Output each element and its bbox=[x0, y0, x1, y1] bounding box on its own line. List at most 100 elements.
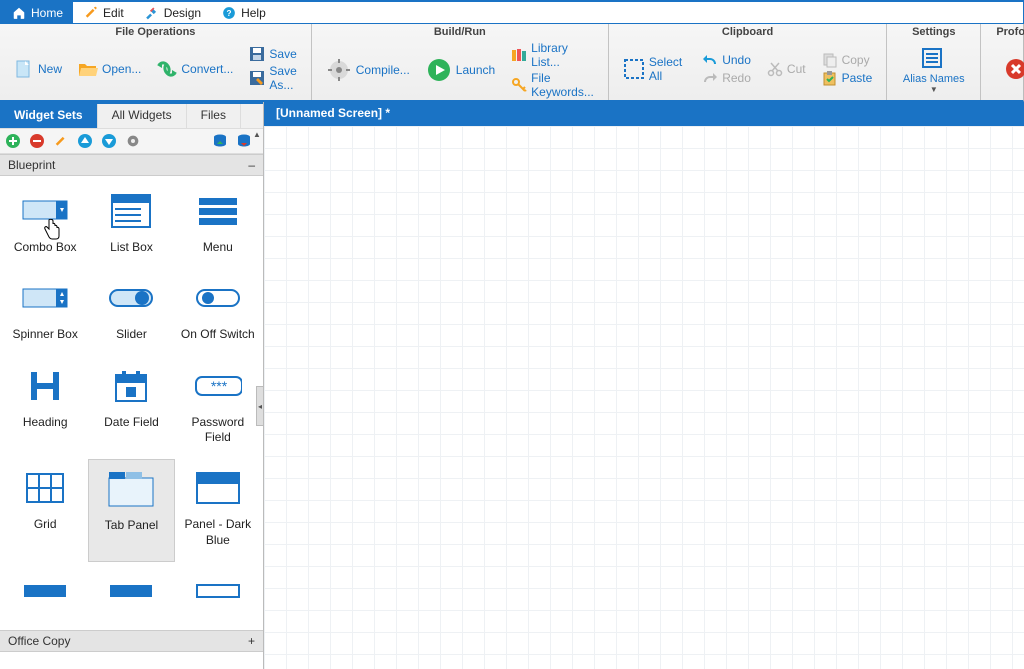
ribbon-group-settings: Settings Alias Names ▼ bbox=[887, 24, 981, 100]
gear-icon bbox=[326, 57, 352, 83]
ribbon: File Operations New Open... Convert... S… bbox=[0, 24, 1024, 102]
play-icon bbox=[426, 57, 452, 83]
widget-partial-1[interactable] bbox=[2, 562, 88, 624]
panel-icon-a bbox=[21, 572, 69, 610]
up-arrow-icon[interactable] bbox=[76, 132, 94, 150]
add-icon[interactable] bbox=[4, 132, 22, 150]
ribbon-title-clipboard: Clipboard bbox=[615, 24, 880, 40]
db-import-icon[interactable] bbox=[211, 132, 229, 150]
widget-list-box[interactable]: List Box bbox=[88, 182, 174, 269]
canvas-tabs: [Unnamed Screen] * bbox=[264, 102, 1024, 124]
widget-palette: Combo Box List Box Menu Spinner Box Slid… bbox=[0, 176, 263, 630]
widget-spinner-box[interactable]: Spinner Box bbox=[2, 269, 88, 356]
grid-icon bbox=[21, 469, 69, 507]
cut-button[interactable]: Cut bbox=[761, 61, 812, 77]
ribbon-group-clipboard: Clipboard Select All Undo Redo Cut bbox=[609, 24, 887, 100]
widget-slider[interactable]: Slider bbox=[88, 269, 174, 356]
ribbon-group-file-operations: File Operations New Open... Convert... S… bbox=[0, 24, 312, 100]
ribbon-title-build-run: Build/Run bbox=[318, 24, 602, 40]
main-area: Widget Sets All Widgets Files Blueprint … bbox=[0, 102, 1024, 669]
copy-button[interactable]: Copy bbox=[816, 52, 879, 68]
ribbon-title-profound: Profound UI bbox=[987, 24, 1024, 40]
widget-partial-3[interactable] bbox=[175, 562, 261, 624]
minus-icon: – bbox=[248, 158, 255, 172]
blueprint-section-header[interactable]: Blueprint – bbox=[0, 154, 263, 176]
widget-date-field[interactable]: Date Field bbox=[88, 357, 174, 460]
key-icon bbox=[511, 77, 527, 93]
ribbon-group-build-run: Build/Run Compile... Launch Library List… bbox=[312, 24, 609, 100]
widget-partial-2[interactable] bbox=[88, 562, 174, 624]
widget-menu[interactable]: Menu bbox=[175, 182, 261, 269]
widget-on-off-switch[interactable]: On Off Switch bbox=[175, 269, 261, 356]
heading-icon bbox=[21, 367, 69, 405]
spinner-box-icon bbox=[21, 279, 69, 317]
ribbon-title-file-ops: File Operations bbox=[6, 24, 305, 40]
widget-heading[interactable]: Heading bbox=[2, 357, 88, 460]
tab-widget-sets[interactable]: Widget Sets bbox=[0, 104, 98, 128]
design-canvas[interactable]: ◂ bbox=[264, 124, 1024, 669]
sidebar: Widget Sets All Widgets Files Blueprint … bbox=[0, 102, 264, 669]
widget-panel-dark-blue[interactable]: Panel - Dark Blue bbox=[175, 459, 261, 562]
edit-icon[interactable] bbox=[52, 132, 70, 150]
widget-combo-box[interactable]: Combo Box bbox=[2, 182, 88, 269]
library-list-button[interactable]: Library List... bbox=[505, 41, 600, 69]
select-all-button[interactable]: Select All bbox=[617, 53, 692, 85]
canvas-area: [Unnamed Screen] * ◂ bbox=[264, 102, 1024, 669]
widget-password-field[interactable]: *** Password Field bbox=[175, 357, 261, 460]
menu-help-label: Help bbox=[241, 6, 266, 20]
save-as-button[interactable]: Save As... bbox=[243, 64, 302, 92]
alias-names-button[interactable]: Alias Names ▼ bbox=[897, 43, 971, 96]
ribbon-title-settings: Settings bbox=[893, 24, 974, 40]
menu-home-label: Home bbox=[31, 6, 63, 20]
ribbon-group-profound-ui: Profound UI Exit bbox=[981, 24, 1024, 100]
settings-gear-icon[interactable] bbox=[124, 132, 142, 150]
scroll-up-arrow[interactable]: ▲ bbox=[251, 128, 263, 140]
convert-button[interactable]: Convert... bbox=[151, 57, 239, 81]
close-icon bbox=[1003, 56, 1024, 82]
new-button[interactable]: New bbox=[8, 57, 68, 81]
down-arrow-icon[interactable] bbox=[100, 132, 118, 150]
menu-home[interactable]: Home bbox=[1, 2, 73, 23]
plus-icon: + bbox=[248, 634, 255, 648]
list-icon bbox=[919, 45, 945, 71]
svg-text:?: ? bbox=[227, 8, 232, 17]
exit-button[interactable]: Exit bbox=[997, 54, 1024, 84]
copy-icon bbox=[822, 52, 838, 68]
menu-edit-label: Edit bbox=[103, 6, 124, 20]
save-button[interactable]: Save bbox=[243, 46, 302, 62]
password-field-icon: *** bbox=[194, 367, 242, 405]
menu-help[interactable]: ? Help bbox=[211, 2, 276, 23]
compile-button[interactable]: Compile... bbox=[320, 55, 416, 85]
paste-button[interactable]: Paste bbox=[816, 70, 879, 86]
folder-open-icon bbox=[78, 59, 98, 79]
office-copy-section-header[interactable]: Office Copy + bbox=[0, 630, 263, 652]
menu-design[interactable]: Design bbox=[134, 2, 211, 23]
menu-design-label: Design bbox=[164, 6, 201, 20]
file-keywords-button[interactable]: File Keywords... bbox=[505, 71, 600, 99]
slider-icon bbox=[107, 279, 155, 317]
undo-icon bbox=[702, 52, 718, 68]
open-button[interactable]: Open... bbox=[72, 57, 147, 81]
menu-edit[interactable]: Edit bbox=[73, 2, 134, 23]
combo-box-icon bbox=[21, 192, 69, 230]
tab-all-widgets[interactable]: All Widgets bbox=[98, 104, 187, 128]
remove-icon[interactable] bbox=[28, 132, 46, 150]
list-box-icon bbox=[107, 192, 155, 230]
redo-button[interactable]: Redo bbox=[696, 70, 757, 86]
tab-files[interactable]: Files bbox=[187, 104, 241, 128]
paste-icon bbox=[822, 70, 838, 86]
redo-icon bbox=[702, 70, 718, 86]
widget-grid[interactable]: Grid bbox=[2, 459, 88, 562]
sidebar-toolbar bbox=[0, 128, 263, 154]
convert-icon bbox=[157, 59, 177, 79]
launch-button[interactable]: Launch bbox=[420, 55, 501, 85]
sidebar-collapse-handle[interactable]: ◂ bbox=[256, 386, 264, 426]
canvas-tab-unnamed[interactable]: [Unnamed Screen] * bbox=[264, 102, 402, 124]
panel-icon-b bbox=[107, 572, 155, 610]
widget-tab-panel[interactable]: Tab Panel bbox=[88, 459, 174, 562]
save-icon bbox=[249, 46, 265, 62]
chevron-down-icon: ▼ bbox=[930, 85, 938, 94]
save-as-icon bbox=[249, 70, 265, 86]
undo-button[interactable]: Undo bbox=[696, 52, 757, 68]
panel-dark-blue-icon bbox=[194, 469, 242, 507]
